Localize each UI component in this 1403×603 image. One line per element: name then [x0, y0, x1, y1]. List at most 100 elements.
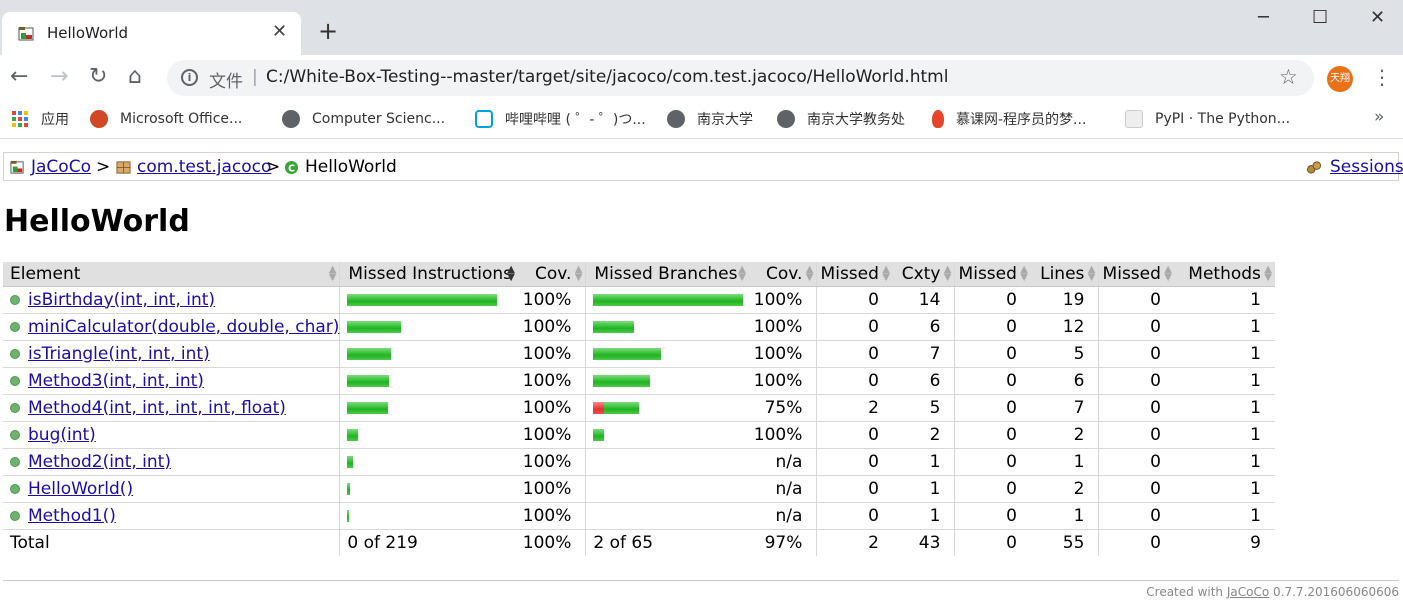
- method-icon: [10, 321, 20, 332]
- column-header-instruction-coverage[interactable]: Cov. ▲ ▼: [517, 262, 586, 287]
- bookmark-computer-science[interactable]: Computer Scienc...: [282, 109, 445, 129]
- method-link[interactable]: Method4(int, int, int, int, float): [28, 398, 286, 418]
- back-icon[interactable]: ←: [10, 65, 28, 89]
- bookmark-nju[interactable]: 南京大学: [667, 109, 753, 129]
- new-tab-button[interactable]: +: [318, 19, 338, 43]
- missed-lines-cell: 0: [954, 367, 1031, 395]
- bookmark-bilibili[interactable]: 哔哩哔哩 ( ゜- ゜)つ...: [475, 109, 646, 129]
- instruction-coverage-bar: [347, 509, 518, 522]
- cxty-cell: 6: [892, 313, 955, 341]
- address-bar[interactable]: i 文件 | C:/White-Box-Testing--master/targ…: [167, 60, 1314, 96]
- column-header-methods[interactable]: Methods ▲ ▼: [1174, 262, 1275, 287]
- footer-prefix: Created with: [1146, 585, 1224, 599]
- methods-cell: 1: [1174, 448, 1275, 476]
- branch-coverage-cell: n/a: [748, 502, 817, 530]
- missed-lines-cell: 0: [954, 340, 1031, 368]
- element-cell: Method2(int, int): [3, 448, 340, 476]
- column-header-cxty[interactable]: Cxty ▲ ▼: [892, 262, 955, 287]
- breadcrumb-root[interactable]: JaCoCo: [10, 157, 91, 177]
- bookmark-imooc[interactable]: 慕课网-程序员的梦...: [932, 109, 1086, 129]
- branch-coverage-bar: [593, 483, 749, 495]
- missed-cxty-cell: 0: [816, 502, 893, 530]
- bookmark-star-icon[interactable]: ☆: [1279, 65, 1298, 89]
- column-header-missed-lines[interactable]: Missed ▲ ▼: [954, 262, 1031, 287]
- lines-cell: 12: [1030, 313, 1099, 341]
- method-link[interactable]: Method3(int, int, int): [28, 371, 204, 391]
- browser-menu-icon[interactable]: ⋮: [1372, 65, 1392, 89]
- breadcrumb: JaCoCo > com.test.jacoco > C HelloWorld …: [3, 152, 1403, 181]
- total-missed-instructions: 0 of 219: [339, 529, 518, 556]
- missed-instructions-cell: [339, 367, 518, 395]
- column-header-element[interactable]: Element ▲ ▼: [3, 262, 340, 287]
- methods-cell: 1: [1174, 340, 1275, 368]
- bookmark-label: Computer Scienc...: [312, 111, 446, 127]
- method-link[interactable]: isTriangle(int, int, int): [28, 344, 210, 364]
- bookmarks-bar: 应用 Microsoft Office... Computer Scienc..…: [0, 101, 1403, 139]
- element-cell: Method1(): [3, 502, 340, 530]
- footer-jacoco-link[interactable]: JaCoCo: [1227, 585, 1269, 599]
- table-row: HelloWorld() 100% n/a 0 1 0 2 0 1: [3, 475, 1275, 503]
- bookmark-microsoft-office[interactable]: Microsoft Office...: [90, 109, 242, 129]
- missed-instructions-cell: [339, 286, 518, 314]
- package-icon: [116, 160, 131, 174]
- missed-branches-cell: [585, 286, 749, 314]
- method-link[interactable]: bug(int): [28, 425, 96, 445]
- bookmark-nju-academic[interactable]: 南京大学教务处: [777, 109, 905, 129]
- sessions-link[interactable]: Sessions: [1330, 157, 1403, 177]
- bookmark-label: Microsoft Office...: [120, 111, 243, 127]
- reload-icon[interactable]: ↻: [89, 65, 107, 89]
- breadcrumb-root-link[interactable]: JaCoCo: [31, 157, 91, 177]
- table-row: Method3(int, int, int) 100% 100% 0 6 0 6 0 1: [3, 367, 1275, 395]
- minimize-icon[interactable]: ─: [1258, 8, 1269, 28]
- column-header-branch-coverage[interactable]: Cov. ▲ ▼: [748, 262, 817, 287]
- home-icon[interactable]: ⌂: [128, 65, 142, 89]
- instruction-coverage-bar: [347, 482, 518, 495]
- element-cell: miniCalculator(double, double, char): [3, 313, 340, 341]
- breadcrumb-package-link[interactable]: com.test.jacoco: [137, 157, 271, 177]
- page-title: HelloWorld: [4, 204, 190, 239]
- column-header-missed-cxty[interactable]: Missed ▲ ▼: [816, 262, 893, 287]
- instruction-coverage-bar: [347, 293, 518, 306]
- branch-coverage-cell: 75%: [748, 394, 817, 422]
- method-link[interactable]: miniCalculator(double, double, char): [28, 317, 339, 337]
- profile-avatar[interactable]: 天翔: [1327, 66, 1353, 92]
- method-link[interactable]: isBirthday(int, int, int): [28, 290, 215, 310]
- missed-branches-cell: [585, 421, 749, 449]
- cxty-cell: 1: [892, 475, 955, 503]
- lines-cell: 19: [1030, 286, 1099, 314]
- method-link[interactable]: Method1(): [28, 506, 116, 526]
- sessions-link-wrap[interactable]: Sessions: [1304, 157, 1403, 177]
- method-icon: [10, 456, 20, 467]
- instruction-coverage-bar: [347, 401, 518, 414]
- method-link[interactable]: Method2(int, int): [28, 452, 171, 472]
- bookmark-apps[interactable]: 应用: [11, 109, 69, 129]
- sort-icon: ▲ ▼: [507, 264, 515, 283]
- column-header-lines[interactable]: Lines ▲ ▼: [1030, 262, 1099, 287]
- tab-close-icon[interactable]: ✕: [272, 21, 287, 42]
- method-link[interactable]: HelloWorld(): [28, 479, 133, 499]
- maximize-icon[interactable]: ☐: [1312, 8, 1328, 28]
- bilibili-icon: [475, 110, 493, 128]
- column-header-missed-branches[interactable]: Missed Branches ▲ ▼: [585, 262, 749, 287]
- bookmark-label: 慕课网-程序员的梦...: [956, 112, 1087, 128]
- jacoco-report-icon: [18, 27, 34, 41]
- forward-icon[interactable]: →: [50, 65, 68, 89]
- column-header-missed-methods[interactable]: Missed ▲ ▼: [1098, 262, 1175, 287]
- breadcrumb-package[interactable]: com.test.jacoco: [116, 157, 271, 177]
- bookmark-pypi[interactable]: PyPI · The Python...: [1125, 109, 1290, 129]
- info-icon[interactable]: i: [181, 69, 198, 86]
- instruction-coverage-cell: 100%: [517, 448, 586, 476]
- total-missed-methods: 0: [1098, 529, 1175, 556]
- breadcrumb-current: C HelloWorld: [284, 157, 397, 177]
- window-close-icon[interactable]: ✕: [1370, 8, 1385, 28]
- address-url[interactable]: C:/White-Box-Testing--master/target/site…: [266, 67, 948, 87]
- bookmarks-overflow-icon[interactable]: »: [1374, 107, 1384, 127]
- column-header-missed-instructions[interactable]: Missed Instructions ▲ ▼: [339, 262, 518, 287]
- cxty-cell: 1: [892, 502, 955, 530]
- sort-icon: ▲ ▼: [328, 264, 337, 283]
- powerpoint-icon: [90, 110, 108, 128]
- total-lines: 55: [1062, 532, 1085, 553]
- browser-tab[interactable]: HelloWorld ✕: [2, 12, 301, 55]
- lines-cell: 1: [1030, 502, 1099, 530]
- browser-toolbar: ← → ↻ ⌂ i 文件 | C:/White-Box-Testing--mas…: [0, 55, 1403, 101]
